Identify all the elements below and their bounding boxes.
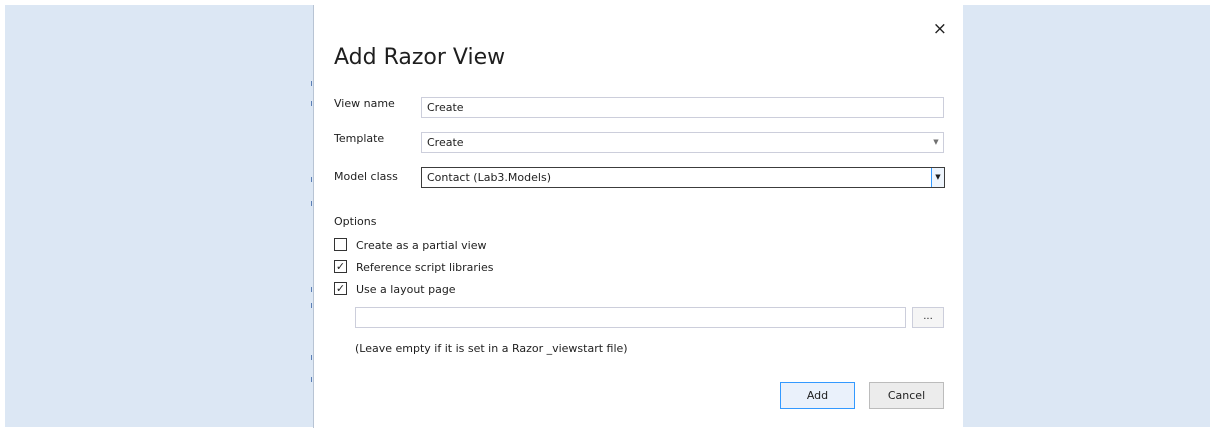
model-class-dropdown[interactable]: Contact (Lab3.Models) ▼ (421, 167, 945, 188)
layout-hint-text: (Leave empty if it is set in a Razor _vi… (355, 342, 628, 355)
template-value: Create (427, 136, 464, 149)
add-razor-view-dialog: × Add Razor View View name Create Templa… (313, 5, 963, 428)
browse-button[interactable]: ... (912, 307, 944, 328)
reference-scripts-label: Reference script libraries (356, 261, 494, 274)
create-partial-label: Create as a partial view (356, 239, 487, 252)
use-layout-label: Use a layout page (356, 283, 456, 296)
dialog-title: Add Razor View (334, 45, 506, 70)
layout-path-input[interactable] (355, 307, 906, 328)
use-layout-checkbox[interactable]: ✓ (334, 282, 347, 295)
chevron-down-icon[interactable]: ▼ (929, 133, 943, 152)
template-label: Template (334, 132, 385, 145)
reference-scripts-checkbox[interactable]: ✓ (334, 260, 347, 273)
view-name-value: Create (427, 101, 464, 114)
model-class-value: Contact (Lab3.Models) (427, 171, 551, 184)
close-icon[interactable]: × (933, 19, 947, 39)
view-name-label: View name (334, 97, 395, 110)
cancel-button[interactable]: Cancel (869, 382, 944, 409)
view-name-input[interactable]: Create (421, 97, 944, 118)
options-heading: Options (334, 215, 377, 228)
create-partial-checkbox[interactable] (334, 238, 347, 251)
template-dropdown[interactable]: Create ▼ (421, 132, 944, 153)
model-class-label: Model class (334, 170, 398, 183)
add-button[interactable]: Add (780, 382, 855, 409)
chevron-down-icon[interactable]: ▼ (931, 168, 944, 187)
